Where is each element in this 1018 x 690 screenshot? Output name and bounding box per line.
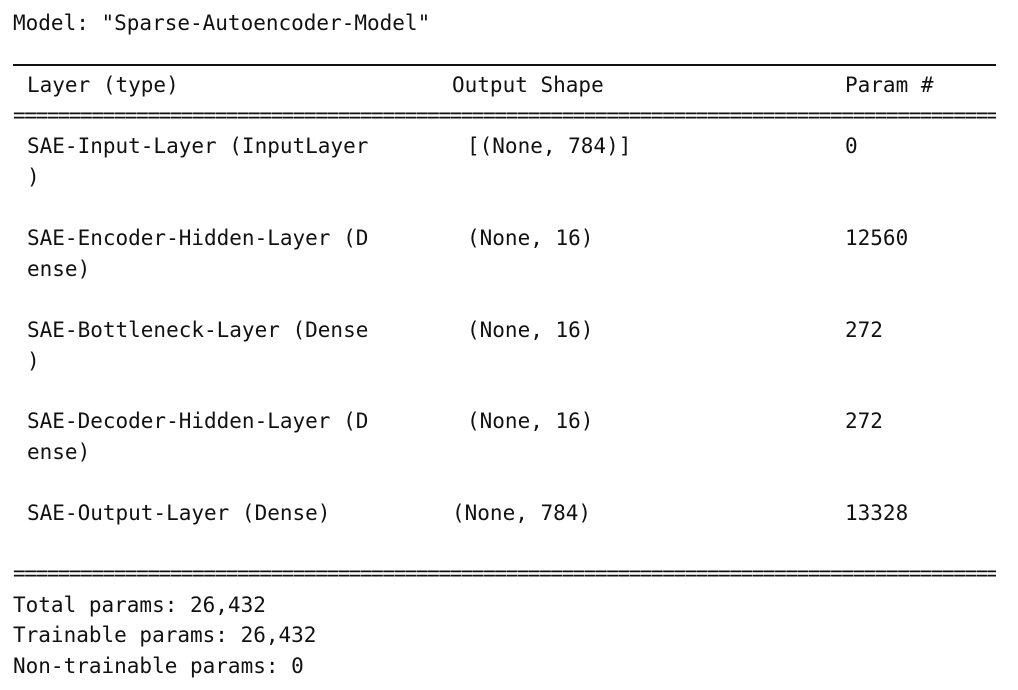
- trainable-params: Trainable params: 26,432: [13, 623, 317, 647]
- model-title: Model: "Sparse-Autoencoder-Model": [13, 11, 431, 35]
- param-count: 12560: [845, 226, 909, 250]
- param-count: 13328: [845, 501, 909, 525]
- output-shape: (None, 784): [452, 501, 592, 525]
- header-separator: ========================================…: [13, 110, 996, 120]
- footer-separator: ========================================…: [13, 568, 996, 578]
- header-layer-type: Layer (type): [27, 73, 179, 97]
- param-count: 0: [845, 134, 858, 158]
- layer-name: SAE-Encoder-Hidden-Layer (D: [27, 226, 369, 250]
- output-shape: [(None, 784)]: [467, 134, 632, 158]
- layer-name-wrap: ): [27, 349, 40, 373]
- layer-name: SAE-Output-Layer (Dense): [27, 501, 331, 525]
- layer-name-wrap: ense): [27, 440, 91, 464]
- layer-name: SAE-Input-Layer (InputLayer: [27, 134, 369, 158]
- output-shape: (None, 16): [467, 409, 594, 433]
- layer-name-wrap: ): [27, 165, 40, 189]
- total-params: Total params: 26,432: [13, 593, 266, 617]
- layer-name-wrap: ense): [27, 257, 91, 281]
- layer-name: SAE-Decoder-Hidden-Layer (D: [27, 409, 369, 433]
- layer-name: SAE-Bottleneck-Layer (Dense: [27, 318, 369, 342]
- table-top-rule: [13, 64, 996, 66]
- header-param-count: Param #: [845, 73, 934, 97]
- param-count: 272: [845, 409, 883, 433]
- output-shape: (None, 16): [467, 318, 594, 342]
- output-shape: (None, 16): [467, 226, 594, 250]
- non-trainable-params: Non-trainable params: 0: [13, 654, 304, 678]
- header-output-shape: Output Shape: [452, 73, 604, 97]
- param-count: 272: [845, 318, 883, 342]
